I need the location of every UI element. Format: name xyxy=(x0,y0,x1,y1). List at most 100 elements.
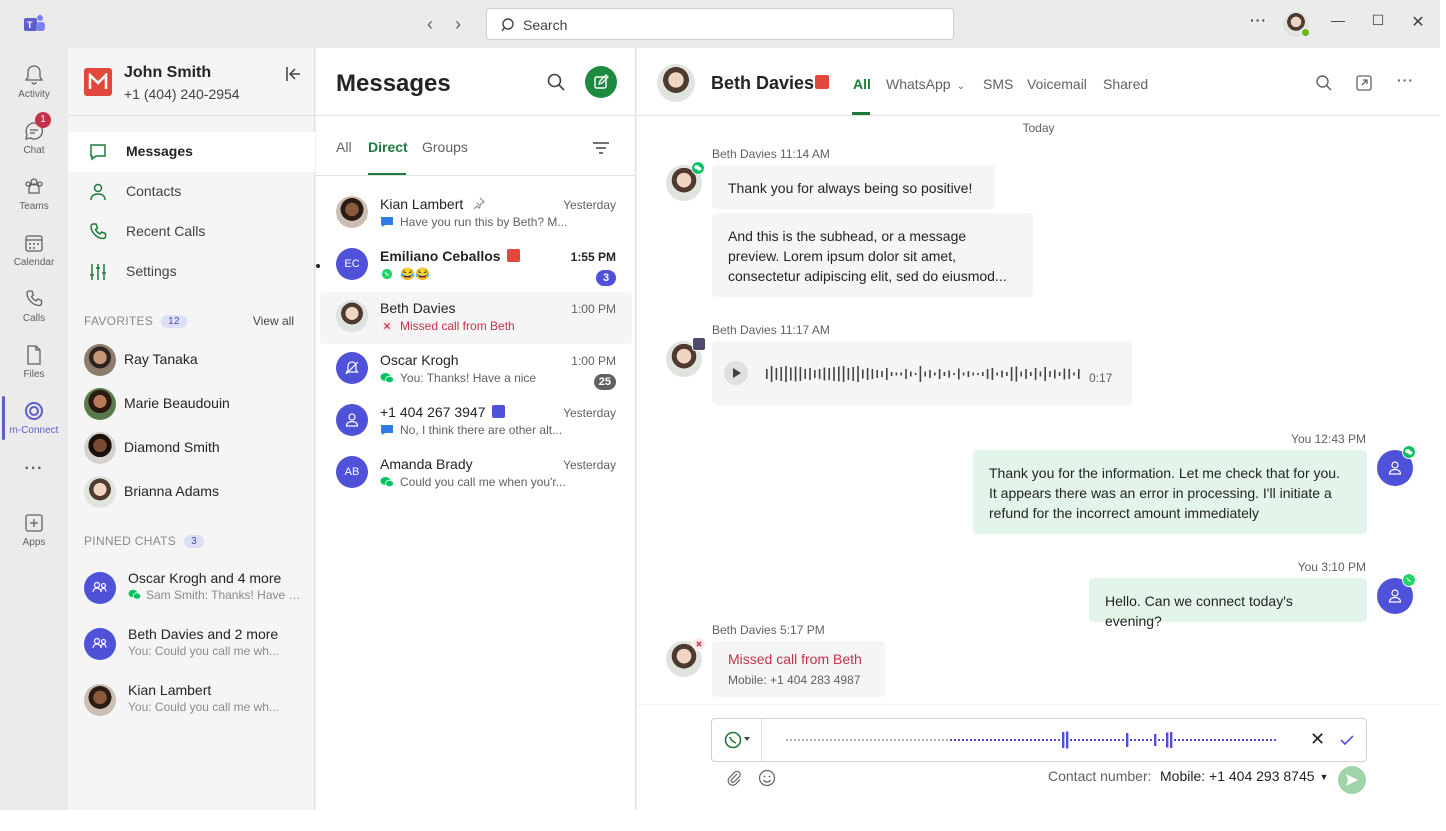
rail-chat[interactable]: 1 Chat xyxy=(0,112,68,168)
rail-activity[interactable]: Activity xyxy=(0,60,68,112)
waveform-bar xyxy=(878,739,880,741)
waveform-bar xyxy=(830,739,832,741)
message-composer[interactable]: ✕ xyxy=(711,718,1367,762)
view-all-link[interactable]: View all xyxy=(253,314,294,328)
voice-waveform[interactable] xyxy=(766,365,1082,383)
tab-sms[interactable]: SMS xyxy=(983,76,1013,92)
tab-direct[interactable]: Direct xyxy=(368,139,408,155)
tab-all[interactable]: All xyxy=(853,76,871,92)
waveform-bar xyxy=(794,739,796,741)
maximize-icon[interactable]: ☐ xyxy=(1370,12,1386,36)
tab-all[interactable]: All xyxy=(336,139,352,155)
more-options-icon[interactable]: ··· xyxy=(1397,72,1415,90)
favorite-item[interactable]: Ray Tanaka xyxy=(84,344,304,380)
tab-voicemail[interactable]: Voicemail xyxy=(1027,76,1087,92)
waveform-bar xyxy=(994,739,996,741)
send-button[interactable] xyxy=(1338,766,1366,794)
tab-whatsapp[interactable]: WhatsApp ⌄ xyxy=(886,76,965,92)
favorite-item[interactable]: Diamond Smith xyxy=(84,432,304,468)
avatar xyxy=(84,684,116,716)
pinned-chat-item[interactable]: Oscar Krogh and 4 more Sam Smith: Thanks… xyxy=(84,570,308,610)
rail-calls[interactable]: Calls xyxy=(0,284,68,336)
waveform-bar xyxy=(1058,372,1061,376)
nav-item-messages[interactable]: Messages xyxy=(68,132,315,172)
contact-number-select[interactable]: Mobile: +1 404 293 8745 ▼ xyxy=(1160,768,1328,784)
waveform-bar xyxy=(1022,739,1024,741)
waveform-bar xyxy=(806,739,808,741)
play-button[interactable] xyxy=(724,361,748,385)
whatsapp-icon xyxy=(1402,573,1416,587)
filter-icon[interactable] xyxy=(592,140,610,156)
nav-item-settings[interactable]: Settings xyxy=(68,252,315,292)
rail-m-connect[interactable]: m-Connect xyxy=(0,396,68,448)
nav-label: Messages xyxy=(126,143,193,159)
rail-more-apps[interactable]: ··· xyxy=(0,460,68,484)
back-arrow-icon[interactable]: ‹ xyxy=(420,14,440,34)
global-search-input[interactable]: Search xyxy=(486,8,954,40)
pinned-preview: You: Could you call me wh... xyxy=(128,700,279,714)
collapse-panel-icon[interactable] xyxy=(284,64,304,84)
conversation-row[interactable]: Oscar Krogh You: Thanks! Have a nice 1:0… xyxy=(320,344,632,396)
phone-icon xyxy=(26,290,43,307)
unread-count-badge: 25 xyxy=(593,374,616,390)
minimize-icon[interactable]: — xyxy=(1330,12,1346,36)
waveform-bar xyxy=(1078,739,1080,741)
contact-number-value: Mobile: +1 404 293 8745 xyxy=(1160,768,1315,784)
pop-out-icon[interactable] xyxy=(1355,74,1373,92)
waveform-bar xyxy=(828,368,830,380)
waveform-bar xyxy=(900,372,902,376)
pinned-chat-item[interactable]: Beth Davies and 2 more You: Could you ca… xyxy=(84,626,308,666)
tab-shared[interactable]: Shared xyxy=(1103,76,1148,92)
emoji-icon[interactable] xyxy=(758,769,776,787)
waveform-bar xyxy=(886,739,888,741)
send-icon xyxy=(1346,774,1358,786)
m-connect-nav-panel: John Smith +1 (404) 240-2954 Messages Co… xyxy=(68,48,315,810)
conversation-row[interactable]: Beth Davies Missed call from Beth 1:00 P… xyxy=(320,292,632,344)
waveform-bar xyxy=(1242,739,1244,741)
search-icon xyxy=(501,18,514,32)
rail-calendar[interactable]: Calendar xyxy=(0,228,68,280)
forward-arrow-icon[interactable]: › xyxy=(448,14,468,34)
m-connect-tag-icon xyxy=(815,75,829,89)
close-window-icon[interactable]: ✕ xyxy=(1410,12,1426,36)
rail-apps[interactable]: Apps xyxy=(0,508,68,560)
new-message-button[interactable] xyxy=(585,66,617,98)
waveform-bar xyxy=(1010,367,1013,381)
confirm-recording-icon[interactable] xyxy=(1339,732,1355,748)
conversation-row[interactable]: AB Amanda Brady Could you call me when y… xyxy=(320,448,632,500)
conversation-row[interactable]: Kian Lambert Have you run this by Beth? … xyxy=(320,188,632,240)
pinned-title: Oscar Krogh and 4 more xyxy=(128,570,282,586)
contact-avatar[interactable] xyxy=(657,64,695,102)
waveform-bar xyxy=(862,369,864,379)
nav-item-recent-calls[interactable]: Recent Calls xyxy=(68,212,315,252)
search-icon[interactable] xyxy=(1315,74,1333,92)
attach-icon[interactable] xyxy=(726,770,742,786)
conversation-preview: No, I think there are other alt... xyxy=(380,423,580,437)
sliders-icon xyxy=(90,264,106,280)
conversation-row[interactable]: +1 404 267 3947 No, I think there are ot… xyxy=(320,396,632,448)
rail-teams[interactable]: Teams xyxy=(0,172,68,224)
message-meta: Beth Davies 11:17 AM xyxy=(712,323,830,337)
chevron-down-icon: ⌄ xyxy=(956,81,965,92)
waveform-bar xyxy=(982,739,984,741)
m-connect-tag-icon xyxy=(506,249,520,262)
cancel-recording-icon[interactable]: ✕ xyxy=(1310,729,1325,750)
tab-groups[interactable]: Groups xyxy=(422,139,468,155)
pinned-chat-item[interactable]: Kian Lambert You: Could you call me wh..… xyxy=(84,682,308,722)
favorite-item[interactable]: Brianna Adams xyxy=(84,476,304,512)
waveform-bar xyxy=(1206,739,1208,741)
waveform-bar xyxy=(1142,739,1144,741)
favorite-item[interactable]: Marie Beaudouin xyxy=(84,388,304,424)
more-options-icon[interactable]: ··· xyxy=(1250,12,1266,36)
search-icon[interactable] xyxy=(546,72,566,92)
nav-item-contacts[interactable]: Contacts xyxy=(68,172,315,212)
waveform-bar xyxy=(838,739,840,741)
waveform-bar xyxy=(1086,739,1088,741)
waveform-bar xyxy=(1066,731,1069,749)
channel-selector[interactable] xyxy=(712,719,762,761)
rail-files[interactable]: Files xyxy=(0,340,68,392)
conversation-row[interactable]: EC Emiliano Ceballos 😂😂 1:55 PM 3 xyxy=(316,240,632,292)
waveform-bar xyxy=(996,372,998,376)
waveform-bar xyxy=(1010,739,1012,741)
waveform-bar xyxy=(846,739,848,741)
